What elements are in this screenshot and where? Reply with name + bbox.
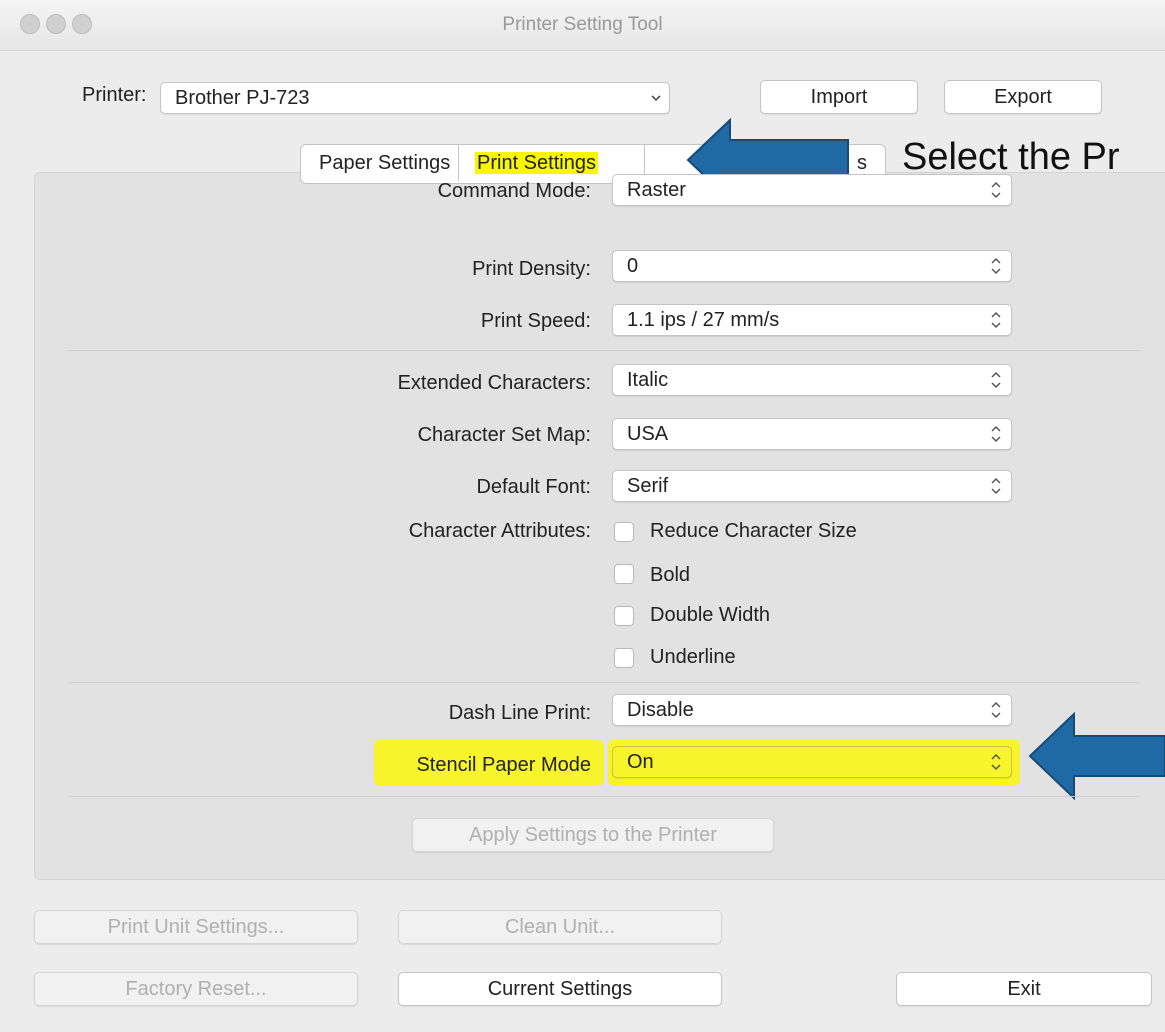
dash-line-print-label: Dash Line Print: <box>448 702 591 724</box>
updown-chevron-icon <box>991 256 1001 276</box>
command-mode-select[interactable]: Raster <box>612 174 1012 206</box>
extended-characters-label: Extended Characters: <box>397 372 591 394</box>
double-width-label: Double Width <box>650 604 771 626</box>
clean-unit-button[interactable]: Clean Unit... <box>398 910 722 944</box>
factory-reset-button[interactable]: Factory Reset... <box>34 972 358 1006</box>
print-speed-value: 1.1 ips / 27 mm/s <box>627 309 780 331</box>
updown-chevron-icon <box>991 310 1001 330</box>
exit-button[interactable]: Exit <box>896 972 1152 1006</box>
printer-select[interactable]: Brother PJ-723 <box>160 82 670 114</box>
import-button[interactable]: Import <box>760 80 918 114</box>
character-attributes-label: Character Attributes: <box>408 520 591 542</box>
apply-settings-button[interactable]: Apply Settings to the Printer <box>412 818 774 852</box>
title-bar: Printer Setting Tool <box>0 0 1165 51</box>
command-mode-label: Command Mode: <box>437 180 591 202</box>
current-settings-button[interactable]: Current Settings <box>398 972 722 1006</box>
tab-print-settings-label: Print Settings <box>475 152 598 174</box>
character-set-map-select[interactable]: USA <box>612 418 1012 450</box>
printer-label: Printer: <box>82 84 147 106</box>
print-density-select[interactable]: 0 <box>612 250 1012 282</box>
stencil-paper-mode-select[interactable]: On <box>612 746 1012 778</box>
print-speed-select[interactable]: 1.1 ips / 27 mm/s <box>612 304 1012 336</box>
separator <box>68 350 1140 351</box>
updown-chevron-icon <box>991 700 1001 720</box>
extended-characters-value: Italic <box>627 369 669 391</box>
command-mode-value: Raster <box>627 179 686 201</box>
extended-characters-select[interactable]: Italic <box>612 364 1012 396</box>
export-button[interactable]: Export <box>944 80 1102 114</box>
dash-line-print-select[interactable]: Disable <box>612 694 1012 726</box>
separator <box>68 796 1140 797</box>
underline-label: Underline <box>650 646 736 668</box>
print-density-label: Print Density: <box>472 258 591 280</box>
bold-checkbox[interactable] <box>614 564 634 584</box>
separator <box>68 682 1140 683</box>
reduce-character-size-checkbox[interactable] <box>614 522 634 542</box>
printer-select-value: Brother PJ-723 <box>175 87 310 109</box>
default-font-value: Serif <box>627 475 669 497</box>
bold-label: Bold <box>650 564 691 586</box>
default-font-select[interactable]: Serif <box>612 470 1012 502</box>
print-speed-label: Print Speed: <box>480 310 591 332</box>
underline-checkbox[interactable] <box>614 648 634 668</box>
stencil-paper-mode-value: On <box>627 751 654 773</box>
annotation-text: Select the Pr <box>902 136 1120 178</box>
window-title: Printer Setting Tool <box>502 14 663 35</box>
default-font-label: Default Font: <box>476 476 591 498</box>
double-width-checkbox[interactable] <box>614 606 634 626</box>
print-density-value: 0 <box>627 255 639 277</box>
updown-chevron-icon <box>991 180 1001 200</box>
print-unit-settings-button[interactable]: Print Unit Settings... <box>34 910 358 944</box>
tab-paper-settings[interactable]: Paper Settings <box>301 145 459 181</box>
stencil-paper-mode-label: Stencil Paper Mode <box>416 754 591 776</box>
character-set-map-value: USA <box>627 423 669 445</box>
dash-line-print-value: Disable <box>627 699 694 721</box>
character-set-map-label: Character Set Map: <box>417 424 591 446</box>
chevron-down-icon <box>651 83 661 123</box>
updown-chevron-icon <box>991 476 1001 496</box>
reduce-character-size-label: Reduce Character Size <box>650 520 857 542</box>
updown-chevron-icon <box>991 370 1001 390</box>
updown-chevron-icon <box>991 424 1001 444</box>
annotation-arrow-icon <box>1028 712 1165 800</box>
updown-chevron-icon <box>991 752 1001 772</box>
